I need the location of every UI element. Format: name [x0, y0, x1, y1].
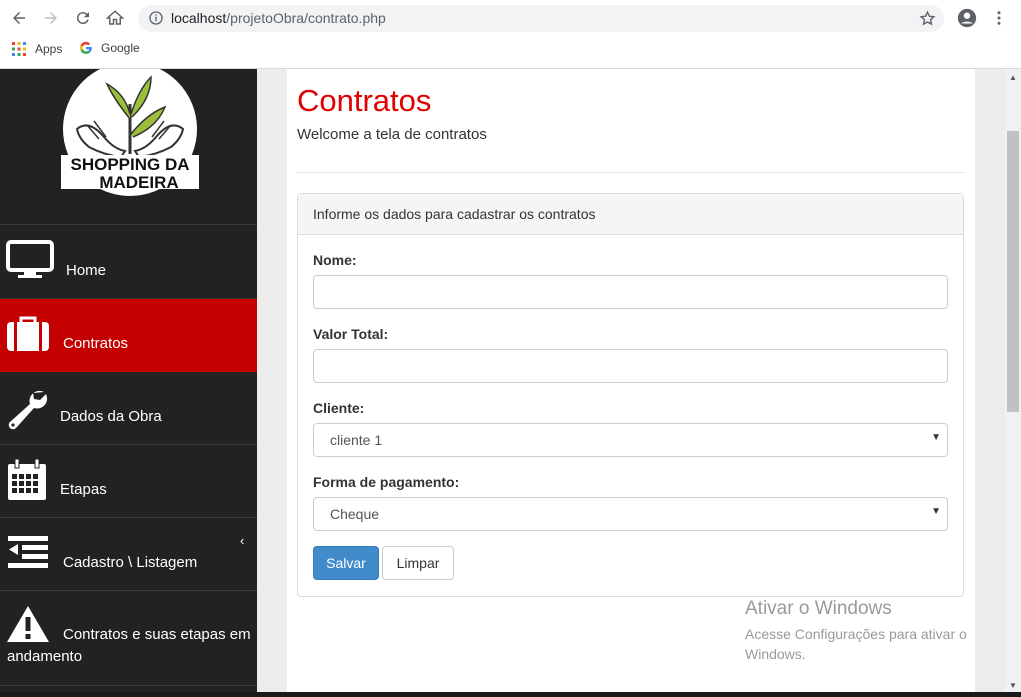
contract-form-panel: Informe os dados para cadastrar os contr… — [297, 193, 964, 597]
sidebar-item-etapas[interactable]: Etapas — [0, 445, 257, 518]
arrow-left-icon — [13, 12, 25, 24]
sidebar-item-cadastro-listagem-label: Cadastro \ Listagem — [63, 554, 198, 571]
back-button[interactable] — [8, 7, 30, 29]
sidebar-item-etapas-label: Etapas — [60, 481, 107, 498]
arrow-right-icon — [45, 12, 57, 24]
nome-label: Nome: — [313, 252, 357, 268]
calendar-icon — [8, 458, 46, 500]
sidebar-item-cadastro-listagem[interactable]: ‹ Cadastro \ Listagem — [0, 518, 257, 591]
home-button[interactable] — [104, 7, 126, 29]
page-scrollbar[interactable]: ▲ ▼ — [1005, 69, 1021, 697]
briefcase-icon — [7, 316, 49, 351]
cliente-select[interactable]: cliente 1 ▼ — [313, 423, 948, 457]
valor-total-field[interactable] — [313, 349, 948, 383]
cliente-label: Cliente: — [313, 400, 365, 416]
logo-text-line2: MADEIRA — [99, 173, 178, 192]
taskbar-edge — [0, 692, 1021, 697]
sidebar-item-home-label: Home — [66, 262, 107, 279]
url-path: /projetoObra/contrato.php — [226, 10, 386, 26]
sidebar-item-contratos-andamento-label: Contratos e suas etapas em andamento — [7, 626, 251, 665]
scroll-up-arrow-icon[interactable]: ▲ — [1009, 73, 1017, 82]
home-icon — [106, 10, 124, 25]
sidebar-item-dados-da-obra-label: Dados da Obra — [60, 408, 162, 425]
salvar-button[interactable]: Salvar — [313, 546, 379, 580]
dropdown-arrow-icon: ▼ — [931, 432, 941, 443]
divider — [297, 172, 964, 173]
forma-pagamento-label: Forma de pagamento: — [313, 474, 460, 490]
bookmark-google[interactable]: Google — [79, 41, 140, 55]
watermark-title: Ativar o Windows — [745, 598, 892, 619]
page-subtitle: Welcome a tela de contratos — [297, 126, 487, 143]
sidebar-item-home[interactable]: Home — [0, 226, 257, 299]
sidebar-item-contratos-andamento[interactable]: Contratos e suas etapas em andamento — [0, 591, 257, 686]
shopping-da-madeira-logo: SHOPPING DA MADEIRA — [61, 69, 199, 198]
nome-field[interactable] — [313, 275, 948, 309]
sidebar: SHOPPING DA MADEIRA Home Contratos Dados… — [0, 69, 257, 697]
page-title: Contratos — [297, 83, 432, 118]
forward-button[interactable] — [40, 7, 62, 29]
url-text: localhost/projetoObra/contrato.php — [171, 10, 386, 26]
cliente-select-value: cliente 1 — [330, 432, 383, 448]
account-icon[interactable] — [956, 7, 978, 29]
bookmark-google-label: Google — [101, 41, 140, 55]
bookmarks-bar: Apps Google — [0, 38, 1021, 62]
info-icon[interactable] — [148, 10, 164, 26]
sidebar-item-contratos[interactable]: Contratos — [0, 299, 257, 372]
windows-activation-watermark: Ativar o Windows Acesse Configurações pa… — [745, 598, 980, 664]
logo-text-line1: SHOPPING DA — [70, 155, 189, 174]
sidebar-item-contratos-label: Contratos — [63, 335, 129, 352]
valor-total-label: Valor Total: — [313, 326, 389, 342]
kebab-menu-icon[interactable] — [990, 8, 1008, 28]
limpar-button[interactable]: Limpar — [382, 546, 454, 580]
wrench-icon — [8, 390, 48, 430]
bookmark-apps[interactable]: Apps — [11, 41, 62, 57]
scroll-down-arrow-icon[interactable]: ▼ — [1009, 681, 1017, 690]
address-bar[interactable]: localhost/projetoObra/contrato.php — [138, 5, 944, 32]
reload-button[interactable] — [72, 7, 94, 29]
dropdown-arrow-icon: ▼ — [931, 506, 941, 517]
url-host: localhost — [171, 10, 227, 26]
watermark-text: Acesse Configurações para ativar o Windo… — [745, 626, 967, 662]
google-g-icon — [79, 41, 92, 54]
apps-grid-icon — [12, 42, 26, 56]
sidebar-item-dados-da-obra[interactable]: Dados da Obra — [0, 372, 257, 445]
browser-chrome: localhost/projetoObra/contrato.php Apps … — [0, 0, 1021, 69]
chevron-left-icon[interactable]: ‹ — [240, 533, 244, 548]
logo-area: SHOPPING DA MADEIRA — [0, 69, 257, 225]
reload-icon — [76, 12, 89, 25]
scroll-thumb[interactable] — [1007, 131, 1019, 412]
bookmark-apps-label: Apps — [35, 42, 63, 56]
forma-pagamento-select[interactable]: Cheque ▼ — [313, 497, 948, 531]
list-indent-icon — [8, 536, 48, 568]
monitor-icon — [6, 240, 54, 278]
panel-heading: Informe os dados para cadastrar os contr… — [298, 194, 963, 235]
star-icon[interactable] — [919, 10, 936, 27]
forma-pagamento-select-value: Cheque — [330, 506, 380, 522]
